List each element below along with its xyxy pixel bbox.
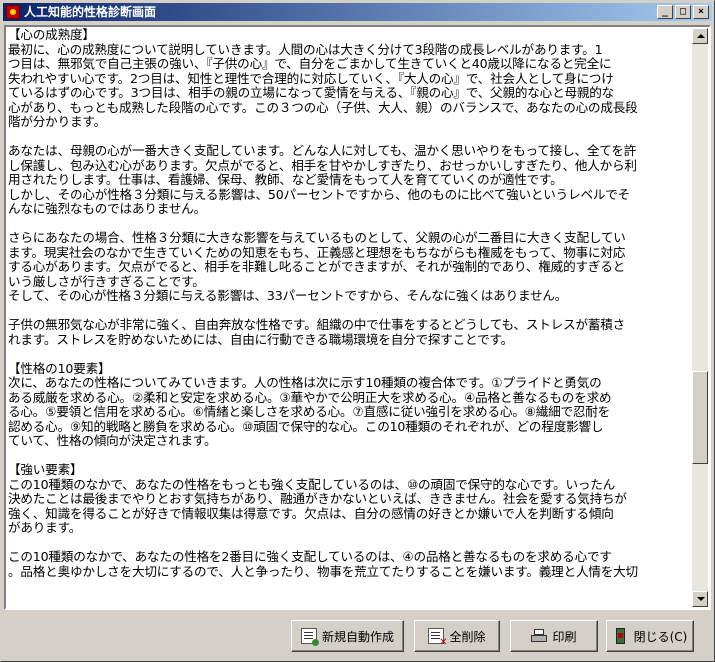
report-line: しかし、その心が性格３分類に与える影響は、50パーセントですから、他のものに比べ… xyxy=(8,186,631,202)
report-text-area[interactable]: 【心の成熟度】 最初に、心の成熟度について説明していきます。人間の心は大きく分けて… xyxy=(8,28,693,607)
report-paragraph: 【強い要素】 この10種類のなかで、あなたの性格をもっとも強く支配しているのは、⑩… xyxy=(8,462,693,536)
report-frame: 【心の成熟度】 最初に、心の成熟度について説明していきます。人間の心は大きく分けて… xyxy=(4,25,711,610)
report-line: 。品格と奥ゆかしさを大切にするので、人と争ったり、物事を荒立てたりすることを嫌い… xyxy=(8,563,638,579)
report-line: 最初に、心の成熟度について説明していきます。人間の心は大きく分けて3段階の成長レ… xyxy=(8,41,603,57)
report-line: さらにあなたの場合、性格３分類に大きな影響を与えているものとして、父親の心が二番… xyxy=(8,230,626,245)
report-line: 【心の成熟度】 xyxy=(8,28,95,42)
report-line: あなたは、母親の心が一番大きく支配しています。どんな人に対しても、温かく思いやり… xyxy=(8,143,637,158)
delete-all-button[interactable]: 全削除 xyxy=(414,620,500,652)
report-line: 用されたりします。仕事は、看護婦、保母、教師、など愛情をもって人を育てていくのが… xyxy=(8,172,563,187)
report-line: んなに強烈なものではありません。 xyxy=(8,201,206,216)
report-paragraph: 【心の成熟度】 最初に、心の成熟度について説明していきます。人間の心は大きく分けて… xyxy=(8,28,693,130)
report-line: そして、その心が性格３分類に与える影響は、33パーセントですから、そんなに強くは… xyxy=(8,288,568,303)
report-line: 強く、知識を得ることが好きで情報収集は得意です。欠点は、自分の感情の好きとか嫌い… xyxy=(8,505,614,521)
report-line: 決めたことは最後までやりとおす気持ちがあり、融通がきかないといえば、ききません。… xyxy=(8,491,627,506)
close-label: 閉じる(C) xyxy=(633,629,688,644)
report-line: ある威厳を求める心。②柔和と安定を求める心。③華やかで公明正大を求める心。④品格… xyxy=(8,389,612,405)
minimize-button[interactable]: _ xyxy=(657,5,673,19)
delete-document-icon xyxy=(428,628,447,648)
report-line: この10種類のなかで、あなたの性格をもっとも強く支配しているのは、⑩の頑固で保守… xyxy=(8,476,616,492)
report-line: があります。 xyxy=(8,520,82,535)
main-window: 人工知能的性格診断画面 _ □ × 【心の成熟度】 最初に、心の成熟度について説明… xyxy=(0,0,715,662)
report-line: つ目は、無邪気で自己主張の強い、『子供の心』で、自分をごまかして生きていくと40… xyxy=(8,56,612,71)
close-button[interactable]: 閉じる(C) xyxy=(606,620,694,652)
report-paragraph: 子供の無邪気な心が非常に強く、自由奔放な性格です。組織の中で仕事をするとどうして… xyxy=(8,317,693,347)
report-line: ます。現実社会のなかで生きていくための知恵をもち、正義感と理想をもちながらも権威… xyxy=(8,244,626,260)
report-line: 【強い要素】 xyxy=(8,462,83,477)
app-icon xyxy=(6,5,20,19)
scroll-up-button[interactable] xyxy=(692,28,708,44)
report-line: 子供の無邪気な心が非常に強く、自由奔放な性格です。組織の中で仕事をするとどうして… xyxy=(8,317,626,332)
report-line: し保護し、包み込む心があります。欠点がでると、相手を甘やかしすぎたり、おせっかい… xyxy=(8,157,637,173)
report-line: 階が分かります。 xyxy=(8,114,106,129)
new-auto-create-button[interactable]: 新規自動作成 xyxy=(291,620,404,652)
up-arrow-icon xyxy=(697,34,705,38)
report-line: れます。ストレスを貯めないためには、自由に行動できる職場環境を自分で探すことです… xyxy=(8,331,513,347)
new-auto-create-label: 新規自動作成 xyxy=(321,629,394,644)
report-paragraph: あなたは、母親の心が一番大きく支配しています。どんな人に対しても、温かく思いやり… xyxy=(8,143,693,217)
report-line: 【性格の10要素】 xyxy=(8,360,111,376)
report-line: 失われやすい心です。2つ目は、知性と理性で合理的に対応していく、『大人の心』で、… xyxy=(8,70,614,86)
report-line: る心。⑤要領と信用を求める心。⑥情緒と楽しさを求める心。⑦直感に従い強引を求める… xyxy=(8,404,611,419)
down-arrow-icon xyxy=(697,597,705,601)
report-paragraph: 【性格の10要素】 次に、あなたの性格についてみていきます。人の性格は次に示す10… xyxy=(8,360,693,449)
report-line: 認める心。⑨知的戦略と勝負を求める心。⑩頑固で保守的な心。この10種類のそれぞれ… xyxy=(8,418,604,434)
window-title: 人工知能的性格診断画面 xyxy=(24,5,157,19)
report-line: この10種類のなかで、あなたの性格を2番目に強く支配しているのは、④の品格と善な… xyxy=(8,549,612,564)
print-label: 印刷 xyxy=(552,629,577,644)
close-window-button[interactable]: × xyxy=(693,5,709,19)
report-line: ていて、性格の傾向が決定されます。 xyxy=(8,433,217,448)
maximize-button[interactable]: □ xyxy=(675,5,691,19)
report-paragraph: この10種類のなかで、あなたの性格を2番目に強く支配しているのは、④の品格と善な… xyxy=(8,549,693,579)
print-button[interactable]: 印刷 xyxy=(510,620,598,652)
button-bar: 新規自動作成 全削除 印刷 閉じる(C) xyxy=(4,614,711,658)
exit-door-icon xyxy=(613,628,629,644)
caption-buttons: _ □ × xyxy=(657,5,709,19)
report-line: する心があります。欠点がでると、相手を非難し叱ることができますが、それが強制的で… xyxy=(8,259,626,274)
vertical-scrollbar[interactable] xyxy=(692,28,708,607)
report-line: 次に、あなたの性格についてみていきます。人の性格は次に示す10種類の複合体です。… xyxy=(8,375,602,390)
report-line: ているはずの心です。3つ目は、相手の親の立場になって愛情を与える、『親の心』で、… xyxy=(8,85,615,100)
new-document-icon xyxy=(300,628,319,646)
report-paragraph: さらにあなたの場合、性格３分類に大きな影響を与えているものとして、父親の心が二番… xyxy=(8,230,693,304)
title-bar[interactable]: 人工知能的性格診断画面 _ □ × xyxy=(3,3,712,21)
report-line: 心があり、もっとも成熟した段階の心です。この３つの心（子供、大人、親）のバランス… xyxy=(8,99,638,115)
delete-all-label: 全削除 xyxy=(449,629,486,644)
scroll-thumb[interactable] xyxy=(692,371,708,464)
printer-icon xyxy=(531,628,548,644)
scroll-down-button[interactable] xyxy=(692,591,708,607)
report-line: いう厳しさが行きすぎることです。 xyxy=(8,273,205,289)
